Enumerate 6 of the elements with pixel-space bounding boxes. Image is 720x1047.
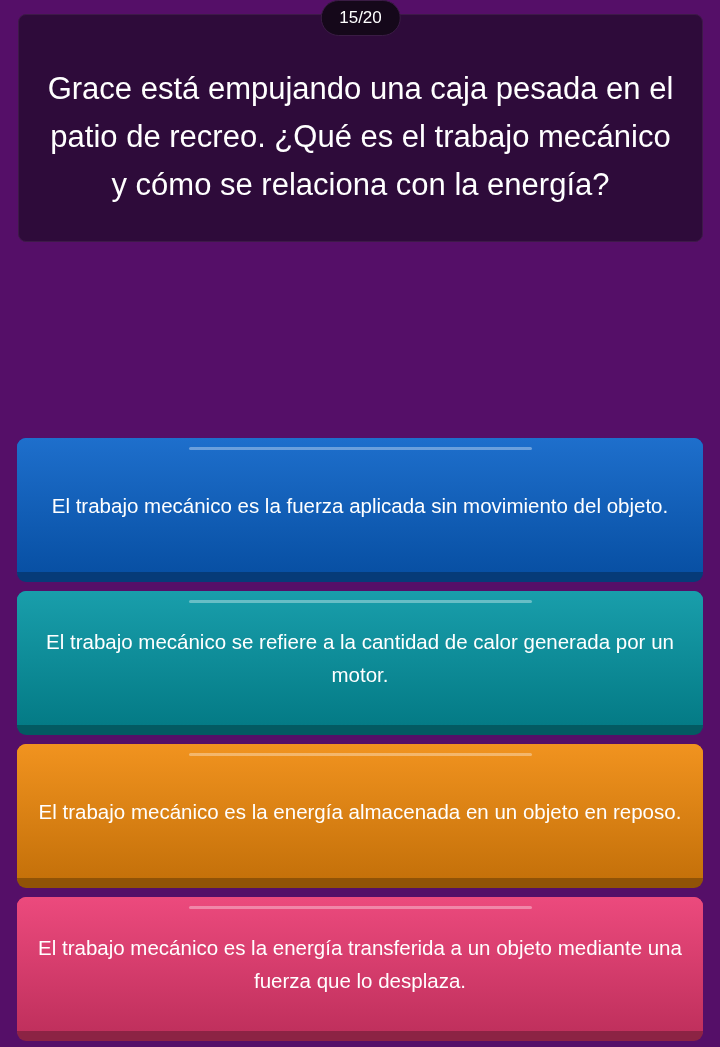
answer-button[interactable]: El trabajo mecánico es la energía almacenada en un objeto en reposo. (17, 744, 703, 888)
answer-button[interactable]: El trabajo mecánico es la fuerza aplicada sin movimiento del objeto. (17, 438, 703, 582)
question-counter: 15/20 (320, 0, 401, 36)
answer-button[interactable]: El trabajo mecánico es la energía transferida a un objeto mediante una fuerza que lo desplaza. (17, 897, 703, 1041)
answer-button[interactable]: El trabajo mecánico se refiere a la cantidad de calor generada por un motor. (17, 591, 703, 735)
question-text: Grace está empujando una caja pesada en el patio de recreo. ¿Qué es el trabajo mecánico y cómo se relaciona con la energía? (46, 70, 675, 204)
